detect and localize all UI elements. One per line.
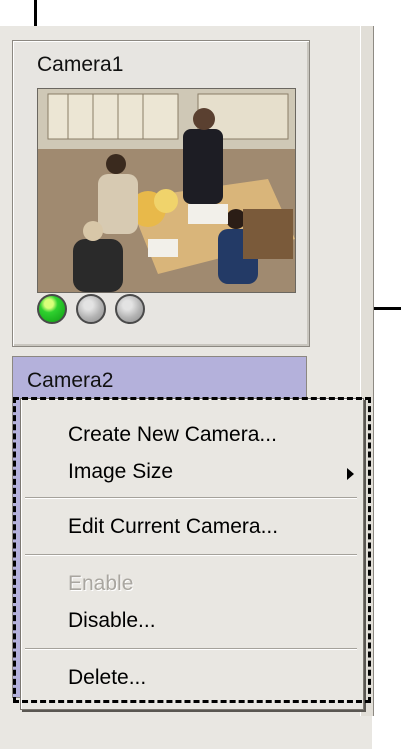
green-led-icon: [37, 294, 67, 324]
camera-name: Camera1: [37, 53, 124, 76]
camera-preview-image: [37, 88, 296, 293]
camera-tile[interactable]: Camera1: [12, 40, 310, 347]
camera-name: Camera2: [27, 369, 114, 392]
gray-led-icon: [115, 294, 145, 324]
status-indicators: [37, 294, 157, 328]
gray-led-icon: [76, 294, 106, 324]
callout-highlight-box: [13, 397, 371, 703]
